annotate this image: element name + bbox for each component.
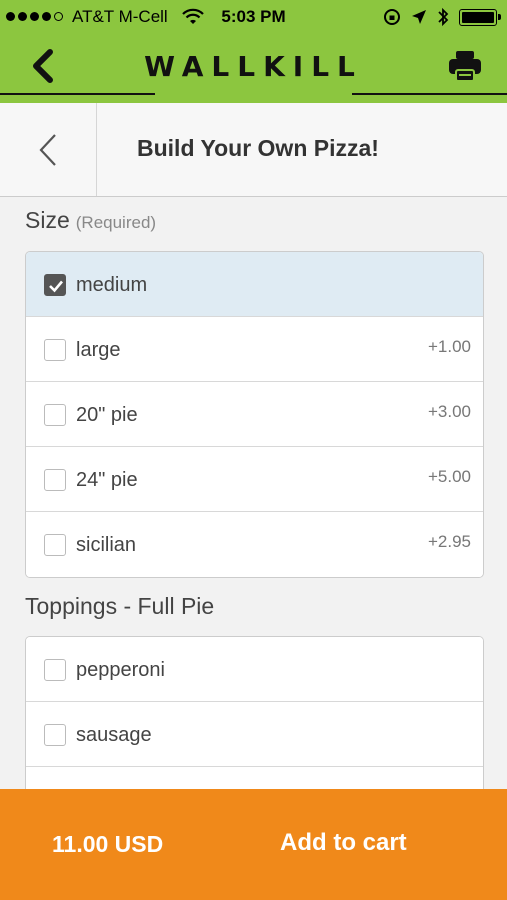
option-price: +3.00 (427, 402, 471, 421)
brand-logo: WALLKILL (144, 50, 363, 83)
page-title: Build Your Own Pizza! (137, 135, 379, 161)
checkbox[interactable] (44, 339, 66, 361)
option-price: +2.95 (427, 532, 471, 551)
chevron-left-icon (39, 133, 56, 166)
option-price: +1.00 (427, 337, 471, 356)
option-label: sicilian (76, 534, 137, 556)
location-icon (412, 10, 426, 24)
option-label: large (76, 339, 121, 361)
option-label: 24" pie (76, 469, 138, 491)
status-bar: AT&T M-Cell 5:03 PM (0, 0, 507, 34)
back-button[interactable] (0, 103, 97, 196)
checkbox[interactable] (44, 534, 66, 556)
topping-option-pepperoni[interactable]: pepperoni (26, 637, 483, 702)
option-label: sausage (76, 724, 152, 746)
checkbox[interactable] (44, 659, 66, 681)
bluetooth-icon (438, 7, 449, 27)
option-label: 20" pie (76, 404, 138, 426)
app-header: AT&T M-Cell 5:03 PM WALLKILL (0, 0, 507, 103)
check-icon (49, 280, 63, 293)
toppings-section-label: Toppings - Full Pie (25, 593, 215, 619)
cart-bar: 11.00 USD Add to cart (0, 789, 507, 900)
size-option-24-pie[interactable]: 24" pie +5.00 (26, 447, 483, 512)
size-option-medium[interactable]: medium (26, 252, 483, 317)
option-label: pepperoni (76, 659, 165, 681)
checkbox[interactable] (44, 404, 66, 426)
printer-icon[interactable] (447, 48, 483, 84)
size-option-sicilian[interactable]: sicilian +2.95 (26, 512, 483, 577)
option-label: medium (76, 274, 148, 296)
checkbox[interactable] (44, 469, 66, 491)
add-to-cart-button[interactable]: Add to cart (280, 829, 407, 857)
checkbox[interactable] (44, 274, 66, 296)
size-section-label: Size (Required) (25, 207, 156, 234)
size-option-20-pie[interactable]: 20" pie +3.00 (26, 382, 483, 447)
header-rule-left (0, 93, 155, 95)
option-price: +5.00 (427, 467, 471, 486)
size-label: Size (25, 207, 70, 233)
battery-icon (459, 8, 501, 26)
size-options-list: medium large +1.00 20" pie +3.00 24" pie… (25, 251, 484, 578)
topping-option-sausage[interactable]: sausage (26, 702, 483, 767)
required-label: (Required) (75, 213, 157, 232)
order-total: 11.00 USD (52, 831, 164, 857)
checkbox[interactable] (44, 724, 66, 746)
rotation-lock-icon (384, 9, 400, 25)
header-rule-right (352, 93, 507, 95)
size-option-large[interactable]: large +1.00 (26, 317, 483, 382)
page-header: Build Your Own Pizza! (0, 103, 507, 197)
